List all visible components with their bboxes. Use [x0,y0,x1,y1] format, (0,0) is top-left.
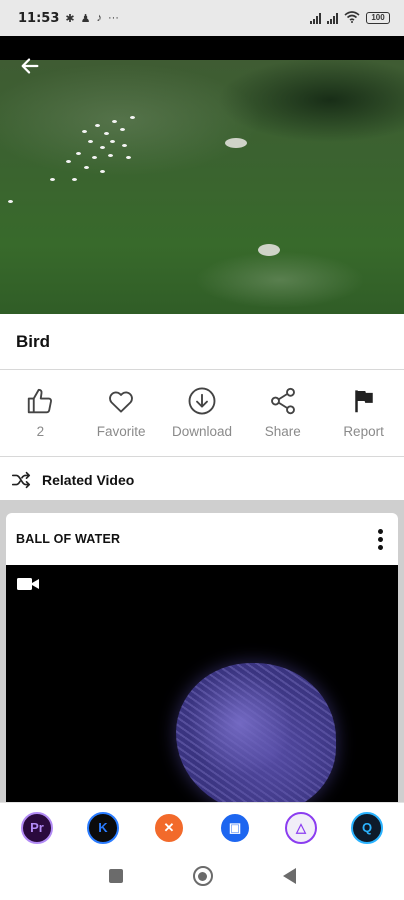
card-video-thumbnail[interactable] [6,565,398,803]
person-icon: ♟ [80,12,91,25]
like-button[interactable]: 2 [0,386,81,456]
premiere-pro-icon[interactable]: Pr [21,811,53,844]
video-call-app-icon[interactable]: ▣ [219,811,251,844]
more-vertical-icon[interactable] [372,527,388,551]
status-bar: 11:53 ✱ ♟ ♪ ··· 100 [0,0,404,36]
battery-icon: 100 [366,12,390,24]
back-triangle-icon[interactable] [282,868,296,884]
related-video-header: Related Video [0,462,404,498]
card-header: BALL OF WATER [6,513,398,565]
action-row: 2 Favorite Download Share Report [0,386,404,456]
more-dots-icon: ··· [107,12,119,24]
tiktok-icon: ♪ [96,12,102,24]
share-button[interactable]: Share [242,386,323,456]
favorite-button[interactable]: Favorite [81,386,162,456]
video-camera-icon [17,578,39,590]
shuffle-icon [11,471,31,489]
report-label: Report [343,424,384,439]
report-button[interactable]: Report [323,386,404,456]
home-circle-icon[interactable] [192,866,213,886]
back-button[interactable] [16,52,44,80]
favorite-label: Favorite [96,424,146,439]
system-nav-bar [0,852,404,900]
wifi-icon [344,10,360,26]
like-count: 2 [36,424,45,439]
download-label: Download [171,424,233,439]
divider [0,456,404,457]
thumbs-up-icon [28,388,53,414]
video-player[interactable] [0,36,404,314]
share-label: Share [264,424,301,439]
bluetooth-icon: ✱ [65,12,75,25]
download-icon [188,387,216,415]
kinemaster-icon[interactable]: K [87,811,119,844]
download-button[interactable]: Download [162,386,243,456]
related-video-label: Related Video [42,472,135,488]
card-title: BALL OF WATER [16,532,121,546]
arrow-left-icon [21,58,39,74]
app-dock: Pr K ✕ ▣ △ Q [0,802,404,852]
flag-icon [354,390,373,413]
heart-icon [109,391,134,413]
video-frame[interactable] [0,60,404,314]
prism-app-icon[interactable]: △ [285,811,317,844]
recents-square-icon[interactable] [108,869,123,883]
water-ball-image [176,663,336,803]
video-title-row: Bird [0,314,404,370]
status-time: 11:53 [18,10,60,26]
tools-app-icon[interactable]: ✕ [153,811,185,844]
q-app-icon[interactable]: Q [351,811,383,844]
share-icon [270,387,295,415]
signal-icon [327,12,338,24]
related-video-card[interactable]: BALL OF WATER [6,513,398,803]
signal-icon [310,12,321,24]
video-title: Bird [16,331,50,351]
